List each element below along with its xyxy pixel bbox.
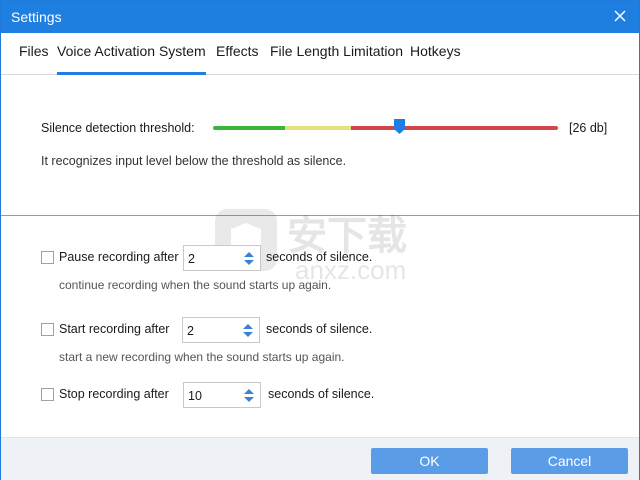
start-checkbox[interactable] (41, 323, 54, 336)
title-bar: Settings (1, 1, 639, 33)
window-title: Settings (11, 9, 62, 25)
threshold-section: Silence detection threshold: [26 db] It … (1, 76, 639, 216)
threshold-hint: It recognizes input level below the thre… (41, 154, 347, 168)
close-icon[interactable] (611, 7, 629, 25)
threshold-label: Silence detection threshold: (41, 121, 195, 135)
stop-label: Stop recording after (59, 387, 169, 401)
tab-files[interactable]: Files (19, 43, 49, 75)
tab-hotkeys[interactable]: Hotkeys (410, 43, 461, 75)
dialog-footer: OK Cancel (1, 437, 639, 480)
stop-option-row: Stop recording after seconds of silence. (41, 382, 441, 408)
slider-track-green (213, 126, 286, 130)
start-option-row: Start recording after seconds of silence… (41, 317, 441, 343)
spin-arrows-icon[interactable] (242, 386, 256, 405)
pause-label: Pause recording after (59, 250, 179, 264)
tab-bar: Files Voice Activation System Effects Fi… (1, 33, 639, 75)
tab-file-length-limitation[interactable]: File Length Limitation (270, 43, 403, 75)
slider-track-yellow (285, 126, 351, 130)
pause-seconds-stepper[interactable] (183, 245, 261, 271)
stop-suffix: seconds of silence. (268, 387, 375, 401)
pause-suffix: seconds of silence. (266, 250, 373, 264)
tab-effects[interactable]: Effects (216, 43, 259, 75)
threshold-value: [26 db] (569, 121, 608, 135)
settings-window: Settings Files Voice Activation System E… (0, 0, 640, 480)
start-label: Start recording after (59, 322, 170, 336)
threshold-slider[interactable] (213, 118, 558, 138)
start-seconds-input[interactable] (187, 322, 237, 339)
stop-seconds-stepper[interactable] (183, 382, 261, 408)
ok-button[interactable]: OK (371, 448, 488, 474)
stop-seconds-input[interactable] (188, 387, 238, 404)
tab-voice-activation-system[interactable]: Voice Activation System (57, 43, 206, 75)
start-suffix: seconds of silence. (266, 322, 373, 336)
spin-arrows-icon[interactable] (241, 321, 255, 340)
start-seconds-stepper[interactable] (182, 317, 260, 343)
pause-checkbox[interactable] (41, 251, 54, 264)
pause-hint: continue recording when the sound starts… (59, 278, 332, 292)
pause-option-row: Pause recording after seconds of silence… (41, 245, 441, 271)
spin-arrows-icon[interactable] (242, 249, 256, 268)
slider-track-red (350, 126, 558, 130)
slider-track (213, 126, 558, 130)
cancel-button[interactable]: Cancel (511, 448, 628, 474)
start-hint: start a new recording when the sound sta… (59, 350, 345, 364)
slider-thumb[interactable] (393, 118, 406, 135)
pause-seconds-input[interactable] (188, 250, 238, 267)
stop-checkbox[interactable] (41, 388, 54, 401)
